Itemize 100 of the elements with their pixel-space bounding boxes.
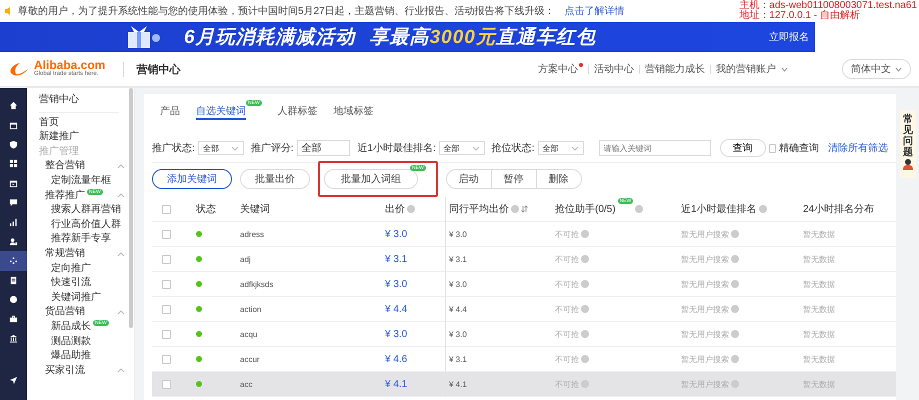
row-checkbox[interactable] <box>162 380 171 388</box>
row-checkbox[interactable] <box>162 280 171 288</box>
bid-link[interactable]: ¥ 4.1 <box>385 378 408 390</box>
notice-text: 尊敬的用户，为了提升系统性能与您的使用体验，预计中国时间5月27日起，主题营销、行业报告、活动报告将下线升级： <box>18 4 555 18</box>
sidebar-item[interactable]: 快速引流 <box>51 276 91 291</box>
chevron-icon[interactable] <box>117 310 125 316</box>
tab[interactable]: 地域标签 <box>334 104 374 120</box>
sidebar-item[interactable]: 新建推广 <box>39 130 134 145</box>
filter-select[interactable]: 全部 <box>438 141 485 155</box>
add-keyword-button[interactable]: 添加关键词 <box>152 169 232 189</box>
sidebar-group[interactable]: 常规营销 <box>45 246 85 262</box>
sidebar-item[interactable]: 定向推广 <box>51 262 91 276</box>
action-button[interactable]: 暂停 <box>492 169 537 189</box>
sidebar-item[interactable]: 行业高价值人群 <box>51 218 121 232</box>
sidebar-group[interactable]: 货品营销 <box>45 305 85 320</box>
chevron-icon[interactable] <box>117 368 125 374</box>
select-all-checkbox[interactable] <box>162 204 171 214</box>
sidebar-group[interactable]: 推荐推广 <box>45 188 85 204</box>
sidebar-item[interactable]: 定制流量年框 <box>51 174 111 189</box>
action-button[interactable]: 启动 <box>446 169 492 189</box>
sidebar-item[interactable]: 新品成长 <box>51 320 91 334</box>
table-row[interactable]: adress ¥ 3.0 ¥ 3.0 不可抢 暂无用户搜索 暂无数据 <box>152 222 896 247</box>
caret-icon <box>570 146 579 150</box>
column-header: 抢位助手(0/5) <box>555 202 616 216</box>
row-checkbox[interactable] <box>162 254 171 264</box>
help-icon[interactable] <box>581 230 589 238</box>
nav-link[interactable]: 我的营销账户 <box>716 62 788 76</box>
sort-icon[interactable] <box>521 205 528 213</box>
column-header: 关键词 <box>240 202 270 216</box>
table-row[interactable]: adj ¥ 3.1 ¥ 3.1 不可抢 暂无用户搜索 暂无数据 <box>152 247 896 272</box>
help-icon[interactable] <box>731 305 739 313</box>
chevron-icon[interactable] <box>117 252 125 257</box>
help-icon[interactable] <box>581 255 589 263</box>
sidebar-group[interactable]: 买家引流 <box>45 364 85 378</box>
row-checkbox[interactable] <box>162 330 171 338</box>
row-checkbox[interactable] <box>162 230 171 238</box>
table-row[interactable]: acqu ¥ 3.0 ¥ 3.0 不可抢 暂无用户搜索 暂无数据 <box>152 322 896 347</box>
filter-select[interactable]: 全部 <box>198 141 244 155</box>
help-icon[interactable] <box>511 205 519 213</box>
details-link[interactable]: 点击了解详情 <box>564 4 625 18</box>
help-icon[interactable] <box>581 330 589 338</box>
help-icon[interactable] <box>581 305 589 313</box>
filter-input[interactable]: 全部 <box>296 140 350 156</box>
help-icon[interactable] <box>731 230 739 238</box>
tab[interactable]: 人群标签 <box>278 104 318 120</box>
sidebar-item[interactable]: 关键词推广 <box>51 290 101 306</box>
help-icon[interactable] <box>731 380 739 388</box>
help-icon[interactable] <box>758 205 767 213</box>
help-icon[interactable] <box>731 355 739 363</box>
sidebar-item[interactable]: 搜索人群再营销 <box>51 203 121 218</box>
sidebar-item[interactable]: 测品测款 <box>51 334 91 350</box>
action-button[interactable]: 批量出价 <box>240 169 310 189</box>
table-row[interactable]: action ¥ 4.4 ¥ 4.4 不可抢 暂无用户搜索 暂无数据 <box>152 297 896 322</box>
nodes-icon[interactable] <box>0 251 27 271</box>
keyword-search-field[interactable]: 请输入关键词 <box>598 140 711 156</box>
tab[interactable]: 产品 <box>160 104 180 120</box>
nav-link[interactable]: 营销能力成长 <box>645 62 705 76</box>
clear-filters-link[interactable]: 清除所有筛选 <box>828 141 888 155</box>
bid-link[interactable]: ¥ 4.6 <box>385 354 408 364</box>
chevron-icon[interactable] <box>117 164 125 170</box>
signup-link[interactable]: 立即报名 <box>769 30 809 44</box>
bid-link[interactable]: ¥ 4.4 <box>385 304 408 314</box>
sidebar-item[interactable]: 推荐新手专享 <box>51 232 111 247</box>
filter-label: 推广状态: <box>152 142 195 155</box>
action-button[interactable]: 删除 <box>536 169 582 189</box>
sidebar-item[interactable]: 首页 <box>39 116 134 130</box>
help-icon[interactable] <box>731 255 739 263</box>
query-button[interactable]: 查询 <box>720 139 766 157</box>
bid-link[interactable]: ¥ 3.0 <box>385 278 408 290</box>
bid-link[interactable]: ¥ 3.1 <box>385 254 408 264</box>
exact-match-checkbox[interactable] <box>768 144 776 152</box>
sidebar-group[interactable]: 整合营销 <box>45 159 85 174</box>
table-row[interactable]: acc ¥ 4.1 ¥ 4.1 不可抢 暂无用户搜索 暂无数据 <box>152 372 896 397</box>
column-header: 近1小时最佳排名 <box>681 202 757 216</box>
bid-link[interactable]: ¥ 3.0 <box>385 228 408 240</box>
nav-link[interactable]: 活动中心 <box>594 62 634 76</box>
help-icon[interactable] <box>731 280 739 288</box>
action-button[interactable]: 批量加入词组 <box>324 169 418 189</box>
keyword-cell: adj <box>240 254 251 264</box>
help-icon[interactable] <box>581 380 589 388</box>
nav-link[interactable]: 方案中心 <box>538 62 583 76</box>
tab[interactable]: 自选关键词 <box>196 104 246 120</box>
help-icon[interactable] <box>581 280 589 288</box>
sidebar-item[interactable]: 爆品助推 <box>51 349 91 364</box>
bid-link[interactable]: ¥ 3.0 <box>385 328 408 340</box>
filter-select[interactable]: 全部 <box>538 141 584 155</box>
help-icon[interactable] <box>581 355 589 363</box>
faq-tab[interactable]: 常见问题 <box>900 110 916 178</box>
promo-banner[interactable]: 6月玩消耗满减活动 享最高3000元直通车红包 立即报名 <box>0 22 815 52</box>
language-select[interactable]: 简体中文 <box>842 59 911 79</box>
chevron-icon[interactable] <box>117 193 125 198</box>
table-row[interactable]: adfkjksds ¥ 3.0 ¥ 3.0 不可抢 暂无用户搜索 暂无数据 <box>152 272 896 297</box>
row-checkbox[interactable] <box>162 304 171 314</box>
help-icon[interactable] <box>635 205 644 213</box>
caret-icon <box>230 146 239 150</box>
filter-label: 推广评分: <box>250 142 294 155</box>
scrollbar-thumb[interactable] <box>129 88 133 328</box>
row-checkbox[interactable] <box>162 354 171 364</box>
help-icon[interactable] <box>731 330 739 338</box>
help-icon[interactable] <box>407 205 415 213</box>
